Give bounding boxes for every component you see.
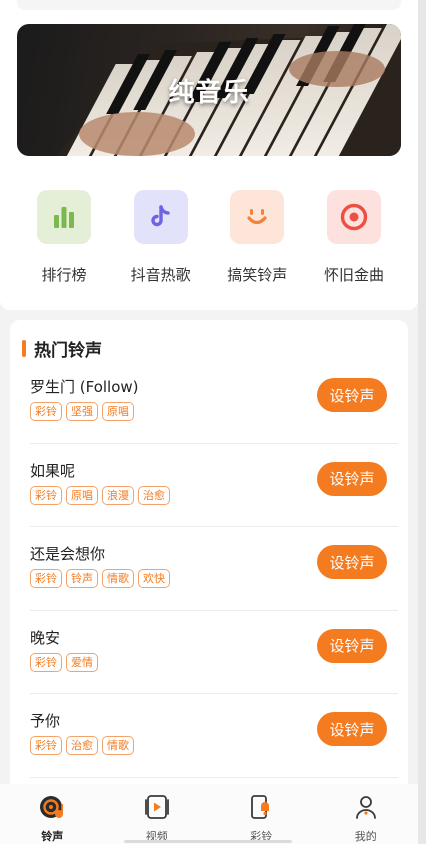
tab-videos[interactable]: 视频	[117, 784, 197, 844]
song-tag: 原唱	[66, 485, 98, 505]
ringtone-disc-icon	[37, 794, 67, 820]
song-tags: 彩铃 治愈 情歌	[30, 736, 138, 755]
ringtone-home-page: 纯音乐 排行榜 抖音热歌 搞笑铃声 怀旧金曲 热门铃声 罗生门 (Follow)…	[0, 0, 418, 844]
quick-link-label: 排行榜	[41, 266, 87, 284]
smile-icon	[230, 190, 285, 244]
scrollbar[interactable]	[418, 0, 426, 844]
song-tag: 治愈	[66, 736, 98, 755]
song-tags: 彩铃 爱情	[30, 652, 102, 672]
song-row[interactable]: 罗生门 (Follow) 彩铃 坚强 原唱 设铃声	[30, 360, 398, 444]
song-row[interactable]: 如果呢 彩铃 原唱 浪漫 治愈 设铃声	[30, 444, 398, 527]
set-ringtone-button[interactable]: 设铃声	[317, 628, 387, 663]
section-header: 热门铃声	[22, 336, 102, 361]
record-target-icon	[326, 190, 381, 244]
song-tag: 浪漫	[102, 485, 134, 505]
song-tags: 彩铃 原唱 浪漫 治愈	[30, 485, 174, 505]
top-section: 纯音乐 排行榜 抖音热歌 搞笑铃声 怀旧金曲	[0, 0, 418, 310]
song-tags: 彩铃 铃声 情歌 欢快	[30, 569, 174, 588]
song-tag: 彩铃	[30, 652, 62, 672]
song-tag: 坚强	[66, 402, 98, 421]
song-tag: 铃声	[66, 569, 98, 588]
song-name: 还是会想你	[30, 545, 106, 563]
song-tag: 爱情	[66, 652, 98, 672]
tiktok-icon	[133, 190, 188, 244]
quick-link-oldies[interactable]: 怀旧金曲	[306, 190, 402, 290]
tab-ringtones[interactable]: 铃声	[12, 784, 92, 844]
song-tag: 彩铃	[30, 485, 62, 505]
bottom-tab-bar: 铃声 视频 彩铃 我的	[0, 784, 418, 844]
song-tag: 情歌	[102, 569, 134, 588]
song-name: 如果呢	[30, 461, 76, 480]
section-title: 热门铃声	[34, 341, 102, 361]
song-name: 予你	[30, 712, 61, 730]
song-row[interactable]: 还是会想你 彩铃 铃声 情歌 欢快 设铃声	[30, 527, 398, 611]
song-name: 罗生门 (Follow)	[30, 378, 139, 396]
song-row[interactable]: 晚安 彩铃 爱情 设铃声	[30, 611, 398, 694]
quick-links: 排行榜 抖音热歌 搞笑铃声 怀旧金曲	[16, 190, 402, 290]
song-tag: 欢快	[138, 569, 170, 588]
song-tag: 彩铃	[30, 736, 62, 755]
song-row[interactable]: 予你 彩铃 治愈 情歌 设铃声	[30, 694, 398, 778]
set-ringtone-button[interactable]: 设铃声	[317, 712, 387, 746]
quick-link-label: 怀旧金曲	[323, 266, 384, 284]
phone-bell-icon	[246, 794, 276, 820]
set-ringtone-button[interactable]: 设铃声	[317, 378, 387, 412]
song-list: 罗生门 (Follow) 彩铃 坚强 原唱 设铃声 如果呢 彩铃 原唱 浪漫 治…	[30, 360, 398, 778]
banner-title: 纯音乐	[168, 77, 250, 108]
section-accent-bar	[22, 340, 26, 357]
user-icon	[351, 794, 381, 820]
song-tag: 情歌	[102, 736, 134, 755]
previous-card-edge	[17, 0, 401, 10]
song-tag: 彩铃	[30, 569, 62, 588]
tab-label: 我的	[354, 830, 377, 843]
chart-bars-icon	[37, 190, 91, 244]
song-tag: 原唱	[102, 402, 134, 421]
quick-link-charts[interactable]: 排行榜	[16, 190, 112, 290]
song-tag: 治愈	[138, 485, 170, 505]
set-ringtone-button[interactable]: 设铃声	[317, 545, 387, 579]
quick-link-funny-ringtones[interactable]: 搞笑铃声	[209, 190, 305, 290]
pure-music-banner[interactable]: 纯音乐	[17, 24, 401, 156]
quick-link-label: 抖音热歌	[130, 266, 191, 284]
hot-ringtones-card: 热门铃声 罗生门 (Follow) 彩铃 坚强 原唱 设铃声 如果呢 彩铃 原唱…	[10, 320, 408, 800]
tab-profile[interactable]: 我的	[326, 784, 406, 844]
set-ringtone-button[interactable]: 设铃声	[317, 461, 387, 496]
song-tags: 彩铃 坚强 原唱	[30, 402, 138, 421]
video-play-icon	[142, 794, 172, 820]
quick-link-douyin-hits[interactable]: 抖音热歌	[113, 190, 209, 290]
song-name: 晚安	[30, 628, 61, 647]
quick-link-label: 搞笑铃声	[227, 266, 288, 284]
home-indicator	[124, 840, 292, 843]
tab-color-ringtones[interactable]: 彩铃	[221, 784, 301, 844]
song-tag: 彩铃	[30, 402, 62, 421]
tab-label: 铃声	[41, 830, 64, 843]
